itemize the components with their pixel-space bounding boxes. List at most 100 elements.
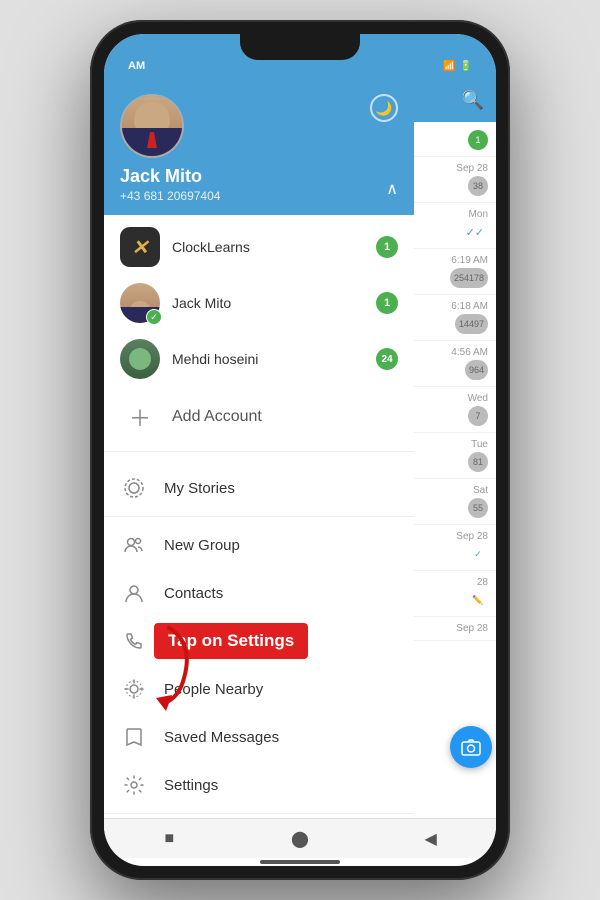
chat-badge: ✓ [468, 544, 488, 564]
new-group-icon [120, 531, 148, 559]
clocklearns-logo: ✕ [120, 227, 160, 267]
mehdi-badge: 24 [376, 348, 398, 370]
contacts-label: Contacts [164, 585, 223, 602]
settings-label: Settings [164, 777, 218, 794]
chat-time: Sep 28 [456, 623, 488, 634]
chat-time: Sep 28 [456, 163, 488, 174]
stories-icon [120, 474, 148, 502]
tap-settings-badge: Tap on Settings [154, 623, 308, 659]
account-jackmito[interactable]: ✓ Jack Mito 1 [104, 275, 414, 331]
menu-calls[interactable]: Tap on Settings [104, 617, 414, 665]
menu-saved-messages[interactable]: Saved Messages [104, 713, 414, 761]
chat-item[interactable]: 28 ✏️ [414, 571, 496, 617]
phone-screen: AM 📶 🔋 [104, 34, 496, 866]
drawer: 🌙 Jack Mito +43 681 20697404 ∧ ✕ ClockLe… [104, 78, 414, 818]
add-icon: ＋ [120, 397, 160, 437]
account-list: ✕ ClockLearns 1 [104, 215, 414, 452]
avatar-face [122, 96, 182, 156]
clocklearns-name: ClockLearns [172, 239, 364, 255]
chat-item[interactable]: 6:18 AM 14497 [414, 295, 496, 341]
chat-badge: 1 [468, 130, 488, 150]
chat-item[interactable]: Wed 7 [414, 387, 496, 433]
status-indicators: 📶 🔋 [443, 61, 472, 72]
add-account-label: Add Account [172, 408, 262, 426]
chat-item[interactable]: 4:56 AM 964 [414, 341, 496, 387]
divider-3 [104, 813, 414, 814]
chat-search-bar: 🔍 [414, 78, 496, 122]
chat-badge: 38 [468, 176, 488, 196]
chat-time: 28 [477, 577, 488, 588]
avatar-shirt [122, 128, 182, 156]
chevron-up-icon[interactable]: ∧ [386, 179, 398, 199]
chat-item[interactable]: 6:19 AM 254178 [414, 249, 496, 295]
phone-frame: AM 📶 🔋 [90, 20, 510, 880]
settings-icon [120, 771, 148, 799]
chat-badge: ✏️ [468, 590, 488, 610]
mehdi-avatar [120, 339, 160, 379]
chat-item[interactable]: Sat 55 [414, 479, 496, 525]
chat-item[interactable]: Sep 28 ✓ [414, 525, 496, 571]
status-time: AM [128, 60, 145, 72]
chat-item[interactable]: Mon ✓✓ [414, 203, 496, 249]
chat-time: 6:19 AM [451, 255, 488, 266]
jackmito-check: ✓ [146, 309, 162, 325]
camera-fab-button[interactable] [450, 726, 492, 768]
signal-icon: 📶 [443, 61, 455, 72]
notch [240, 34, 360, 60]
chat-time: Tue [471, 439, 488, 450]
nav-back-button[interactable]: ◀ [413, 827, 449, 851]
clocklearns-avatar: ✕ [120, 227, 160, 267]
moon-icon[interactable]: 🌙 [370, 94, 398, 122]
menu-people-nearby[interactable]: People Nearby [104, 665, 414, 713]
chat-badge: 254178 [450, 268, 488, 288]
account-mehdi[interactable]: Mehdi hoseini 24 [104, 331, 414, 387]
menu-my-stories[interactable]: My Stories [104, 464, 414, 512]
nav-home-button[interactable]: ⬤ [282, 827, 318, 851]
chat-item[interactable]: Tue 81 [414, 433, 496, 479]
phone-wrapper: AM 📶 🔋 [0, 0, 600, 900]
chat-time: Mon [469, 209, 488, 220]
chat-time: Sat [473, 485, 488, 496]
bottom-nav: ■ ⬤ ◀ [104, 818, 496, 858]
menu-contacts[interactable]: Contacts [104, 569, 414, 617]
my-stories-label: My Stories [164, 480, 235, 497]
main-content: 🌙 Jack Mito +43 681 20697404 ∧ ✕ ClockLe… [104, 78, 496, 818]
chat-time: 6:18 AM [451, 301, 488, 312]
jackmito-badge: 1 [376, 292, 398, 314]
nav-square-button[interactable]: ■ [151, 827, 187, 851]
avatar [120, 94, 184, 158]
new-group-label: New Group [164, 537, 240, 554]
chat-panel: 🔍 1 Sep 28 38 Mon ✓✓ [414, 78, 496, 818]
chat-item[interactable]: 1 [414, 122, 496, 157]
drawer-header: 🌙 Jack Mito +43 681 20697404 ∧ [104, 78, 414, 215]
home-indicator [104, 858, 496, 866]
divider-2 [104, 516, 414, 517]
clocklearns-badge: 1 [376, 236, 398, 258]
jackmito-avatar-wrapper: ✓ [120, 283, 160, 323]
chat-badge: 14497 [455, 314, 488, 334]
chat-list: 1 Sep 28 38 Mon ✓✓ 6:19 AM 254178 [414, 122, 496, 818]
people-nearby-label: People Nearby [164, 681, 263, 698]
chat-item[interactable]: Sep 28 [414, 617, 496, 641]
battery-icon: 🔋 [460, 61, 472, 72]
chat-time: Sep 28 [456, 531, 488, 542]
home-bar [260, 860, 340, 864]
mehdi-avatar-wrapper [120, 339, 160, 379]
contacts-icon [120, 579, 148, 607]
people-nearby-icon [120, 675, 148, 703]
mehdi-name: Mehdi hoseini [172, 351, 364, 367]
chat-badge: 7 [468, 406, 488, 426]
drawer-username: Jack Mito [120, 166, 398, 187]
drawer-phone: +43 681 20697404 [120, 189, 398, 203]
chat-badge: ✓✓ [462, 222, 488, 242]
menu-new-group[interactable]: New Group [104, 521, 414, 569]
menu-settings[interactable]: Settings [104, 761, 414, 809]
account-clocklearns[interactable]: ✕ ClockLearns 1 [104, 219, 414, 275]
add-account-button[interactable]: ＋ Add Account [104, 387, 414, 447]
avatar-tie [147, 132, 157, 148]
chat-item[interactable]: Sep 28 38 [414, 157, 496, 203]
jackmito-name: Jack Mito [172, 295, 364, 311]
search-icon[interactable]: 🔍 [462, 90, 484, 111]
chat-time: Wed [468, 393, 488, 404]
chat-badge: 55 [468, 498, 488, 518]
